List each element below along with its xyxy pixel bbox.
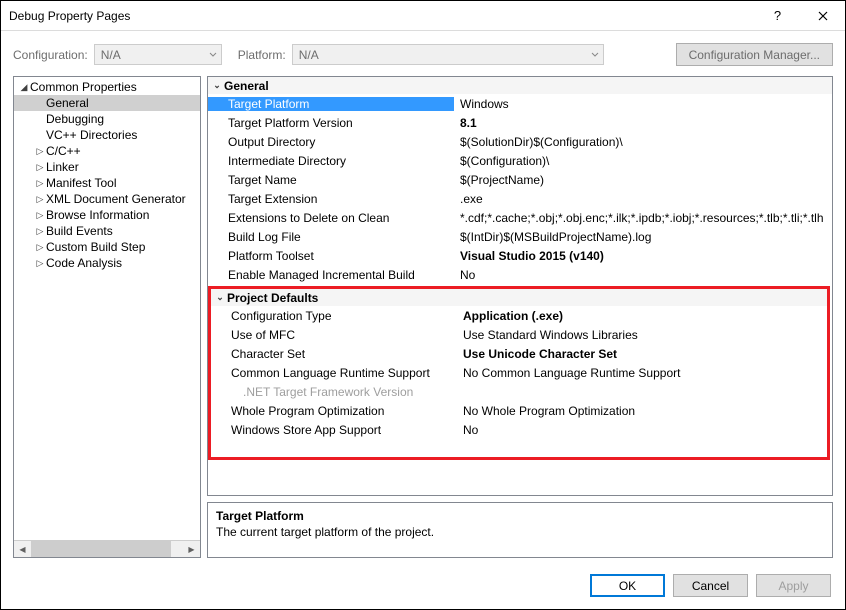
help-button[interactable]: ? — [755, 1, 800, 31]
category-project-defaults[interactable]: ⌄Project Defaults — [211, 289, 827, 306]
configuration-value: N/A — [101, 48, 121, 62]
tree-item-vcpp-directories[interactable]: VC++ Directories — [14, 127, 200, 143]
tree-panel: ◢ Common Properties General Debugging VC… — [13, 76, 201, 558]
platform-label: Platform: — [238, 48, 286, 62]
prop-intermediate-directory[interactable]: Intermediate Directory$(Configuration)\ — [208, 151, 832, 170]
property-panel: ⌄General Target PlatformWindows Target P… — [207, 76, 833, 558]
window-title: Debug Property Pages — [9, 9, 755, 23]
expand-icon[interactable]: ▷ — [34, 226, 46, 237]
close-button[interactable] — [800, 1, 845, 31]
tree-horizontal-scrollbar[interactable]: ◀ ▶ — [14, 540, 200, 557]
prop-extensions-delete-clean[interactable]: Extensions to Delete on Clean*.cdf;*.cac… — [208, 208, 832, 227]
expand-icon[interactable]: ▷ — [34, 178, 46, 189]
chevron-down-icon — [209, 51, 217, 59]
tree-item-linker[interactable]: ▷Linker — [14, 159, 200, 175]
configuration-manager-button[interactable]: Configuration Manager... — [676, 43, 833, 66]
description-body: The current target platform of the proje… — [216, 525, 824, 539]
configuration-combo: N/A — [94, 44, 222, 65]
tree-item-xml-doc-generator[interactable]: ▷XML Document Generator — [14, 191, 200, 207]
expand-icon[interactable]: ▷ — [34, 258, 46, 269]
collapse-icon[interactable]: ◢ — [18, 82, 30, 93]
prop-platform-toolset[interactable]: Platform ToolsetVisual Studio 2015 (v140… — [208, 246, 832, 265]
scroll-left-icon[interactable]: ◀ — [14, 541, 31, 558]
prop-character-set[interactable]: Character SetUse Unicode Character Set — [211, 344, 827, 363]
cancel-button[interactable]: Cancel — [673, 574, 748, 597]
prop-clr-support[interactable]: Common Language Runtime SupportNo Common… — [211, 363, 827, 382]
platform-combo: N/A — [292, 44, 604, 65]
tree-root[interactable]: ◢ Common Properties — [14, 79, 200, 95]
prop-configuration-type[interactable]: Configuration TypeApplication (.exe) — [211, 306, 827, 325]
expand-icon[interactable]: ▷ — [34, 210, 46, 221]
ok-button[interactable]: OK — [590, 574, 665, 597]
tree-item-browse-information[interactable]: ▷Browse Information — [14, 207, 200, 223]
tree-item-debugging[interactable]: Debugging — [14, 111, 200, 127]
prop-windows-store-app-support[interactable]: Windows Store App SupportNo — [211, 420, 827, 439]
chevron-down-icon — [591, 51, 599, 59]
scroll-thumb[interactable] — [31, 541, 171, 558]
prop-build-log-file[interactable]: Build Log File$(IntDir)$(MSBuildProjectN… — [208, 227, 832, 246]
tree-item-manifest-tool[interactable]: ▷Manifest Tool — [14, 175, 200, 191]
description-heading: Target Platform — [216, 509, 824, 523]
expand-icon[interactable]: ▷ — [34, 242, 46, 253]
close-icon — [818, 11, 828, 21]
tree-item-c-cpp[interactable]: ▷C/C++ — [14, 143, 200, 159]
prop-target-platform[interactable]: Target PlatformWindows — [208, 94, 832, 113]
expand-icon[interactable]: ▷ — [34, 162, 46, 173]
description-panel: Target Platform The current target platf… — [207, 502, 833, 558]
prop-managed-incremental-build[interactable]: Enable Managed Incremental BuildNo — [208, 265, 832, 284]
dialog-button-row: OK Cancel Apply — [1, 564, 845, 609]
config-bar: Configuration: N/A Platform: N/A Configu… — [1, 31, 845, 76]
property-tree[interactable]: ◢ Common Properties General Debugging VC… — [14, 77, 200, 540]
tree-root-label: Common Properties — [30, 80, 137, 94]
tree-item-code-analysis[interactable]: ▷Code Analysis — [14, 255, 200, 271]
prop-target-name[interactable]: Target Name$(ProjectName) — [208, 170, 832, 189]
prop-output-directory[interactable]: Output Directory$(SolutionDir)$(Configur… — [208, 132, 832, 151]
scroll-right-icon[interactable]: ▶ — [183, 541, 200, 558]
titlebar: Debug Property Pages ? — [1, 1, 845, 31]
collapse-icon[interactable]: ⌄ — [210, 80, 224, 91]
apply-button[interactable]: Apply — [756, 574, 831, 597]
platform-value: N/A — [299, 48, 319, 62]
scroll-track[interactable] — [31, 541, 183, 558]
category-general[interactable]: ⌄General — [208, 77, 832, 94]
expand-icon[interactable]: ▷ — [34, 146, 46, 157]
expand-icon[interactable]: ▷ — [34, 194, 46, 205]
prop-whole-program-optimization[interactable]: Whole Program OptimizationNo Whole Progr… — [211, 401, 827, 420]
prop-target-platform-version[interactable]: Target Platform Version8.1 — [208, 113, 832, 132]
configuration-label: Configuration: — [13, 48, 88, 62]
prop-net-target-framework[interactable]: .NET Target Framework Version — [211, 382, 827, 401]
property-grid[interactable]: ⌄General Target PlatformWindows Target P… — [207, 76, 833, 496]
tree-item-custom-build-step[interactable]: ▷Custom Build Step — [14, 239, 200, 255]
tree-item-build-events[interactable]: ▷Build Events — [14, 223, 200, 239]
collapse-icon[interactable]: ⌄ — [213, 292, 227, 303]
main-area: ◢ Common Properties General Debugging VC… — [1, 76, 845, 564]
tree-item-general[interactable]: General — [14, 95, 200, 111]
prop-use-of-mfc[interactable]: Use of MFCUse Standard Windows Libraries — [211, 325, 827, 344]
highlight-annotation: ⌄Project Defaults Configuration TypeAppl… — [208, 286, 830, 460]
prop-target-extension[interactable]: Target Extension.exe — [208, 189, 832, 208]
